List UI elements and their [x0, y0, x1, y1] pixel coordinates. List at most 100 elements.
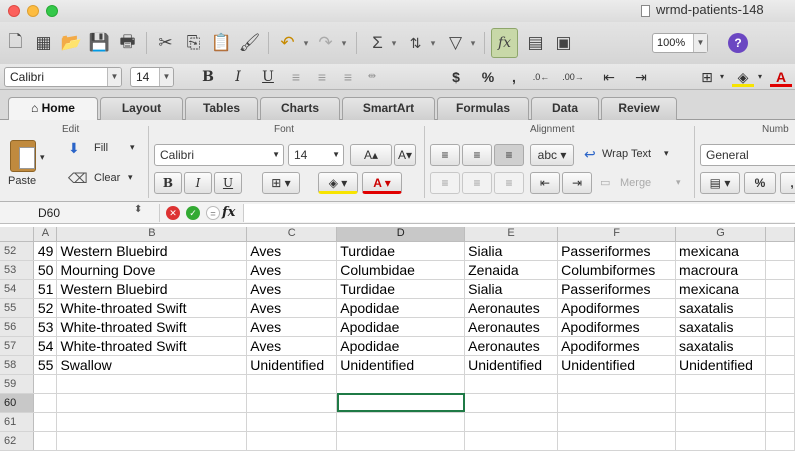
- cell-b52[interactable]: Western Bluebird: [56, 241, 248, 261]
- cell-e52[interactable]: Sialia: [464, 241, 559, 261]
- cell-e57[interactable]: Aeronautes: [464, 336, 559, 356]
- open-folder-icon[interactable]: 📂: [58, 28, 85, 58]
- ribbon-fill-color-button[interactable]: ◈ ▾: [318, 172, 358, 194]
- align-left-icon[interactable]: ≡: [286, 67, 306, 87]
- filter-icon[interactable]: ▽: [442, 28, 469, 58]
- underline-button[interactable]: U: [258, 67, 278, 87]
- align-right-icon[interactable]: ≡: [338, 67, 358, 87]
- cell-f56[interactable]: Apodiformes: [557, 317, 677, 337]
- cell-f54[interactable]: Passeriformes: [557, 279, 677, 299]
- cell-d54[interactable]: Turdidae: [336, 279, 466, 299]
- align-right-icon[interactable]: ≡: [494, 172, 524, 194]
- cell-e61[interactable]: [464, 412, 559, 432]
- cell-g55[interactable]: saxatalis: [675, 298, 766, 318]
- cell-g61[interactable]: [675, 412, 766, 432]
- cell-c61[interactable]: [246, 412, 338, 432]
- cell-d59[interactable]: [336, 374, 466, 394]
- ribbon-italic-button[interactable]: I: [184, 172, 212, 194]
- ribbon-font-size-select[interactable]: 14 ▼: [288, 144, 344, 166]
- ribbon-bold-button[interactable]: B: [154, 172, 182, 194]
- decrease-indent-icon[interactable]: ⇤: [530, 172, 560, 194]
- cancel-entry-icon[interactable]: ✕: [166, 206, 180, 220]
- cell-b55[interactable]: White-throated Swift: [56, 298, 248, 318]
- increase-decimal-icon[interactable]: .0←: [528, 67, 554, 87]
- paste-icon[interactable]: [10, 140, 36, 172]
- number-format-button[interactable]: ▤ ▾: [700, 172, 740, 194]
- cell-f59[interactable]: [557, 374, 677, 394]
- row-header[interactable]: 60: [0, 393, 35, 413]
- cell-a52[interactable]: 49: [33, 241, 58, 261]
- ribbon-borders-button[interactable]: ⊞ ▾: [262, 172, 300, 194]
- maximize-window-button[interactable]: [46, 5, 58, 17]
- zoom-dropdown-icon[interactable]: ▼: [693, 34, 707, 52]
- cell-d56[interactable]: Apodidae: [336, 317, 466, 337]
- grow-font-button[interactable]: A▴: [350, 144, 392, 166]
- row-header[interactable]: 56: [0, 317, 35, 337]
- cell-b59[interactable]: [56, 374, 248, 394]
- cell-b61[interactable]: [56, 412, 248, 432]
- cell-f53[interactable]: Columbiformes: [557, 260, 677, 280]
- merge-dropdown-icon[interactable]: ▾: [676, 177, 681, 188]
- cell-f62[interactable]: [557, 431, 677, 451]
- row-header[interactable]: 62: [0, 431, 35, 451]
- tab-layout[interactable]: Layout: [100, 97, 183, 120]
- formula-builder-icon[interactable]: fx: [491, 28, 518, 58]
- comma-button[interactable]: ,: [506, 67, 522, 87]
- font-name-select[interactable]: Calibri ▼: [4, 67, 122, 87]
- cell-c56[interactable]: Aves: [246, 317, 338, 337]
- cell-d60[interactable]: [336, 393, 466, 413]
- redo-icon[interactable]: ↷: [312, 28, 339, 58]
- align-middle-icon[interactable]: ≡: [462, 144, 492, 166]
- cell-a57[interactable]: 54: [33, 336, 58, 356]
- cell-a61[interactable]: [33, 412, 58, 432]
- align-left-icon[interactable]: ≡: [430, 172, 460, 194]
- close-window-button[interactable]: [8, 5, 20, 17]
- minimize-window-button[interactable]: [27, 5, 39, 17]
- copy-icon[interactable]: ⎘: [180, 28, 207, 58]
- shrink-font-button[interactable]: A▾: [394, 144, 416, 166]
- font-size-select[interactable]: 14 ▼: [130, 67, 174, 87]
- percent-button[interactable]: %: [478, 67, 498, 87]
- cell-b60[interactable]: [56, 393, 248, 413]
- column-header-e[interactable]: E: [464, 227, 559, 242]
- cell-f58[interactable]: Unidentified: [557, 355, 677, 375]
- cell-c59[interactable]: [246, 374, 338, 394]
- new-document-icon[interactable]: 🗋: [2, 28, 29, 58]
- cell-g53[interactable]: macroura: [675, 260, 766, 280]
- cell-d61[interactable]: [336, 412, 466, 432]
- cell-d58[interactable]: Unidentified: [336, 355, 466, 375]
- increase-indent-icon[interactable]: ⇥: [562, 172, 592, 194]
- cell-e62[interactable]: [464, 431, 559, 451]
- toolbox-icon[interactable]: ▣: [550, 28, 577, 58]
- cell-e53[interactable]: Zenaida: [464, 260, 559, 280]
- tab-tables[interactable]: Tables: [185, 97, 258, 120]
- align-center-icon[interactable]: ≡: [312, 67, 332, 87]
- column-header-a[interactable]: A: [33, 227, 58, 242]
- italic-button[interactable]: I: [228, 67, 248, 87]
- tab-review[interactable]: Review: [601, 97, 677, 120]
- row-header[interactable]: 55: [0, 298, 35, 318]
- paste-button[interactable]: Paste: [8, 175, 36, 187]
- cell-b57[interactable]: White-throated Swift: [56, 336, 248, 356]
- column-header-d[interactable]: D: [336, 227, 466, 242]
- cell-b53[interactable]: Mourning Dove: [56, 260, 248, 280]
- orientation-button[interactable]: abc ▾: [530, 144, 574, 166]
- format-painter-icon[interactable]: 🖌: [236, 28, 263, 58]
- clear-button[interactable]: Clear: [94, 172, 120, 184]
- cell-b56[interactable]: White-throated Swift: [56, 317, 248, 337]
- decrease-indent-icon[interactable]: ⇤: [598, 67, 620, 87]
- number-format-select[interactable]: General: [700, 144, 795, 166]
- tab-home[interactable]: ⌂ Home: [8, 97, 98, 121]
- cell-g57[interactable]: saxatalis: [675, 336, 766, 356]
- undo-dropdown-icon[interactable]: ▾: [300, 28, 312, 58]
- tab-charts[interactable]: Charts: [260, 97, 340, 120]
- column-header-g[interactable]: G: [675, 227, 766, 242]
- row-header[interactable]: 52: [0, 241, 35, 261]
- cell-d62[interactable]: [336, 431, 466, 451]
- cell-a56[interactable]: 53: [33, 317, 58, 337]
- ribbon-comma-button[interactable]: ,: [780, 172, 795, 194]
- tab-data[interactable]: Data: [531, 97, 599, 120]
- equals-icon[interactable]: =: [206, 206, 220, 220]
- cell-c54[interactable]: Aves: [246, 279, 338, 299]
- filter-dropdown-icon[interactable]: ▾: [467, 28, 479, 58]
